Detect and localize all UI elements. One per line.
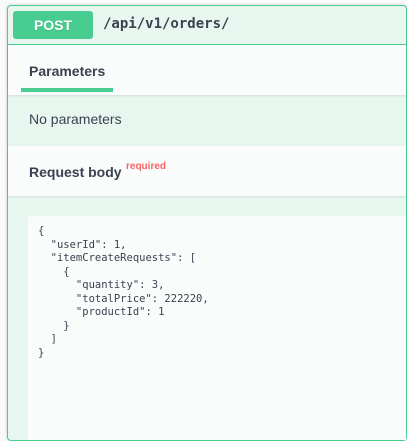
tab-parameters[interactable]: Parameters [21,45,113,95]
tabs-header: Parameters [8,45,406,95]
post-operation-block: POST /api/v1/orders/ Parameters No param… [7,5,407,441]
request-body-editor[interactable]: { "userId": 1, "itemCreateRequests": [ {… [28,216,406,440]
no-parameters-text: No parameters [29,111,122,127]
operation-summary[interactable]: POST /api/v1/orders/ [8,6,406,45]
request-body-header: Request body required [8,146,406,196]
operation-path: /api/v1/orders/ [103,16,230,32]
tab-label: Parameters [29,63,106,79]
required-label: required [126,161,167,172]
active-tab-indicator [21,88,113,92]
request-body-title: Request body [29,164,122,180]
method-badge: POST [13,11,93,39]
